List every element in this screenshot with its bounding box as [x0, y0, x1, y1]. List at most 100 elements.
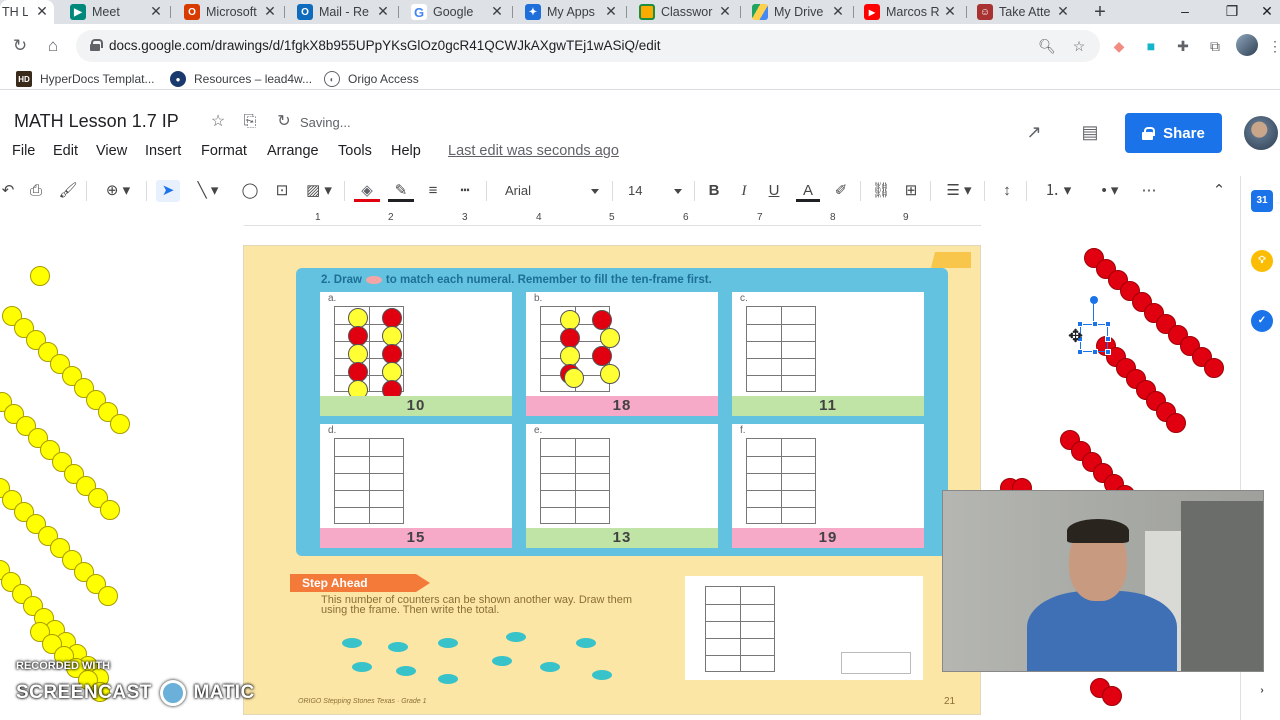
close-icon[interactable]: ✕ — [603, 3, 619, 20]
resize-handle[interactable] — [1105, 349, 1111, 355]
menu-insert[interactable]: Insert — [145, 143, 181, 159]
browser-tab-microsoft[interactable]: O Microsoft ✕ — [184, 0, 282, 24]
yellow-bead[interactable] — [98, 586, 118, 606]
text-box-icon[interactable]: ⊡ — [270, 180, 294, 202]
more-horiz-icon[interactable]: ⋯ — [1138, 180, 1160, 202]
close-icon[interactable]: ✕ — [262, 3, 278, 20]
red-counter[interactable] — [348, 326, 368, 346]
star-icon[interactable]: ☆ — [208, 112, 228, 132]
rotate-handle[interactable] — [1090, 296, 1098, 304]
move-folder-icon[interactable]: ⎘ — [240, 112, 260, 132]
close-icon[interactable]: ✕ — [942, 3, 958, 20]
red-bead[interactable] — [1166, 413, 1186, 433]
extension-icon[interactable]: ■ — [1142, 38, 1160, 54]
highlight-icon[interactable]: ✐ — [830, 180, 852, 202]
yellow-counter[interactable] — [382, 326, 402, 346]
yellow-counter[interactable] — [348, 308, 368, 328]
close-icon[interactable]: ✕ — [375, 3, 391, 20]
resize-handle[interactable] — [1092, 321, 1098, 327]
bold-icon[interactable]: B — [704, 180, 724, 202]
border-weight-icon[interactable]: ≡ — [422, 180, 444, 202]
numbered-list-icon[interactable]: ⒈ ▾ — [1036, 180, 1080, 202]
close-icon[interactable]: ✕ — [717, 3, 733, 20]
menu-view[interactable]: View — [96, 143, 127, 159]
browser-tab-mail[interactable]: O Mail - Re ✕ — [297, 0, 395, 24]
yellow-bead[interactable] — [30, 266, 50, 286]
yellow-counter[interactable] — [560, 346, 580, 366]
bulleted-list-icon[interactable]: • ▾ — [1088, 180, 1132, 202]
paint-format-icon[interactable]: 🖌︎ — [58, 180, 78, 202]
home-icon[interactable]: ⌂ — [43, 36, 63, 56]
menu-edit[interactable]: Edit — [53, 143, 78, 159]
browser-tab-active[interactable]: TH Le ✕ — [0, 0, 54, 24]
yellow-counter[interactable] — [382, 362, 402, 382]
yellow-bead[interactable] — [100, 500, 120, 520]
red-counter[interactable] — [560, 328, 580, 348]
image-tool-icon[interactable]: ▨ ▾ — [300, 180, 338, 202]
cast-icon[interactable]: ⧉ — [1206, 38, 1224, 54]
last-edit-link[interactable]: Last edit was seconds ago — [448, 143, 619, 159]
reload-icon[interactable]: ↻ — [10, 36, 30, 56]
browser-tab-my-drive[interactable]: My Drive ✕ — [752, 0, 850, 24]
line-tool-icon[interactable]: ╲ ▾ — [188, 180, 228, 202]
yellow-counter[interactable] — [348, 344, 368, 364]
bookmark-origo[interactable]: ◐ Origo Access — [324, 70, 419, 88]
font-family-dropdown[interactable]: Arial — [505, 180, 605, 202]
menu-tools[interactable]: Tools — [338, 143, 372, 159]
document-title[interactable]: MATH Lesson 1.7 IP — [14, 111, 179, 132]
fill-color-icon[interactable]: ◈ — [354, 180, 380, 202]
menu-file[interactable]: File — [12, 143, 35, 159]
resize-handle[interactable] — [1105, 321, 1111, 327]
yellow-bead[interactable] — [110, 414, 130, 434]
resize-handle[interactable] — [1077, 349, 1083, 355]
red-counter[interactable] — [592, 346, 612, 366]
browser-tab-classwork[interactable]: Classwor ✕ — [639, 0, 737, 24]
line-spacing-icon[interactable]: ↕ — [996, 180, 1018, 202]
underline-icon[interactable]: U — [764, 180, 784, 202]
text-color-icon[interactable]: A — [796, 180, 820, 202]
shape-tool-icon[interactable]: ◯ — [238, 180, 262, 202]
extension-icon[interactable]: ◆ — [1110, 38, 1128, 54]
zoom-icon[interactable]: 🔍︎ — [1038, 38, 1056, 54]
red-bead[interactable] — [1102, 686, 1122, 706]
comment-icon[interactable]: ▤ — [1080, 122, 1100, 142]
resize-handle[interactable] — [1105, 336, 1111, 342]
browser-tab-google[interactable]: G Google ✕ — [411, 0, 509, 24]
chevron-right-icon[interactable]: › — [1251, 680, 1273, 702]
yellow-counter[interactable] — [600, 364, 620, 384]
close-icon[interactable]: ✕ — [1055, 3, 1071, 20]
chevron-up-icon[interactable]: ⌃ — [1208, 180, 1230, 202]
omnibox[interactable]: docs.google.com/drawings/d/1fgkX8b955UPp… — [76, 30, 1100, 62]
undo-icon[interactable]: ↶ — [0, 180, 16, 202]
yellow-counter[interactable] — [564, 368, 584, 388]
italic-icon[interactable]: I — [734, 180, 754, 202]
align-menu-icon[interactable]: ☰ ▾ — [940, 180, 978, 202]
menu-help[interactable]: Help — [391, 143, 421, 159]
link-icon[interactable]: ⛓ — [870, 180, 892, 202]
browser-tab-attendance[interactable]: ☺ Take Atte ✕ — [977, 0, 1075, 24]
border-dash-icon[interactable]: ┅ — [454, 180, 476, 202]
border-color-icon[interactable]: ✎ — [388, 180, 414, 202]
maximize-button[interactable]: ❐ — [1217, 0, 1247, 24]
share-button[interactable]: Share — [1125, 113, 1222, 153]
yellow-counter[interactable] — [600, 328, 620, 348]
red-counter[interactable] — [382, 308, 402, 328]
selected-shape[interactable] — [1077, 321, 1111, 355]
more-vert-icon[interactable]: ⋮ — [1266, 38, 1280, 54]
keep-icon[interactable]: 💡︎ — [1251, 250, 1273, 272]
extensions-puzzle-icon[interactable]: ✚ — [1174, 38, 1192, 54]
zoom-menu-icon[interactable]: ⊕ ▾ — [98, 180, 138, 202]
browser-tab-my-apps[interactable]: ✦ My Apps ✕ — [525, 0, 623, 24]
yellow-counter[interactable] — [560, 310, 580, 330]
close-icon[interactable]: ✕ — [830, 3, 846, 20]
star-icon[interactable]: ☆ — [1070, 38, 1088, 54]
user-avatar[interactable] — [1244, 116, 1278, 150]
red-counter[interactable] — [382, 344, 402, 364]
calendar-icon[interactable]: 31 — [1251, 190, 1273, 212]
red-counter[interactable] — [592, 310, 612, 330]
worksheet-image[interactable]: 2. Draw to match each numeral. Remember t… — [243, 245, 981, 715]
activity-icon[interactable]: ↗ — [1024, 122, 1044, 142]
menu-arrange[interactable]: Arrange — [267, 143, 319, 159]
close-window-button[interactable]: ✕ — [1252, 0, 1280, 24]
resize-handle[interactable] — [1092, 349, 1098, 355]
